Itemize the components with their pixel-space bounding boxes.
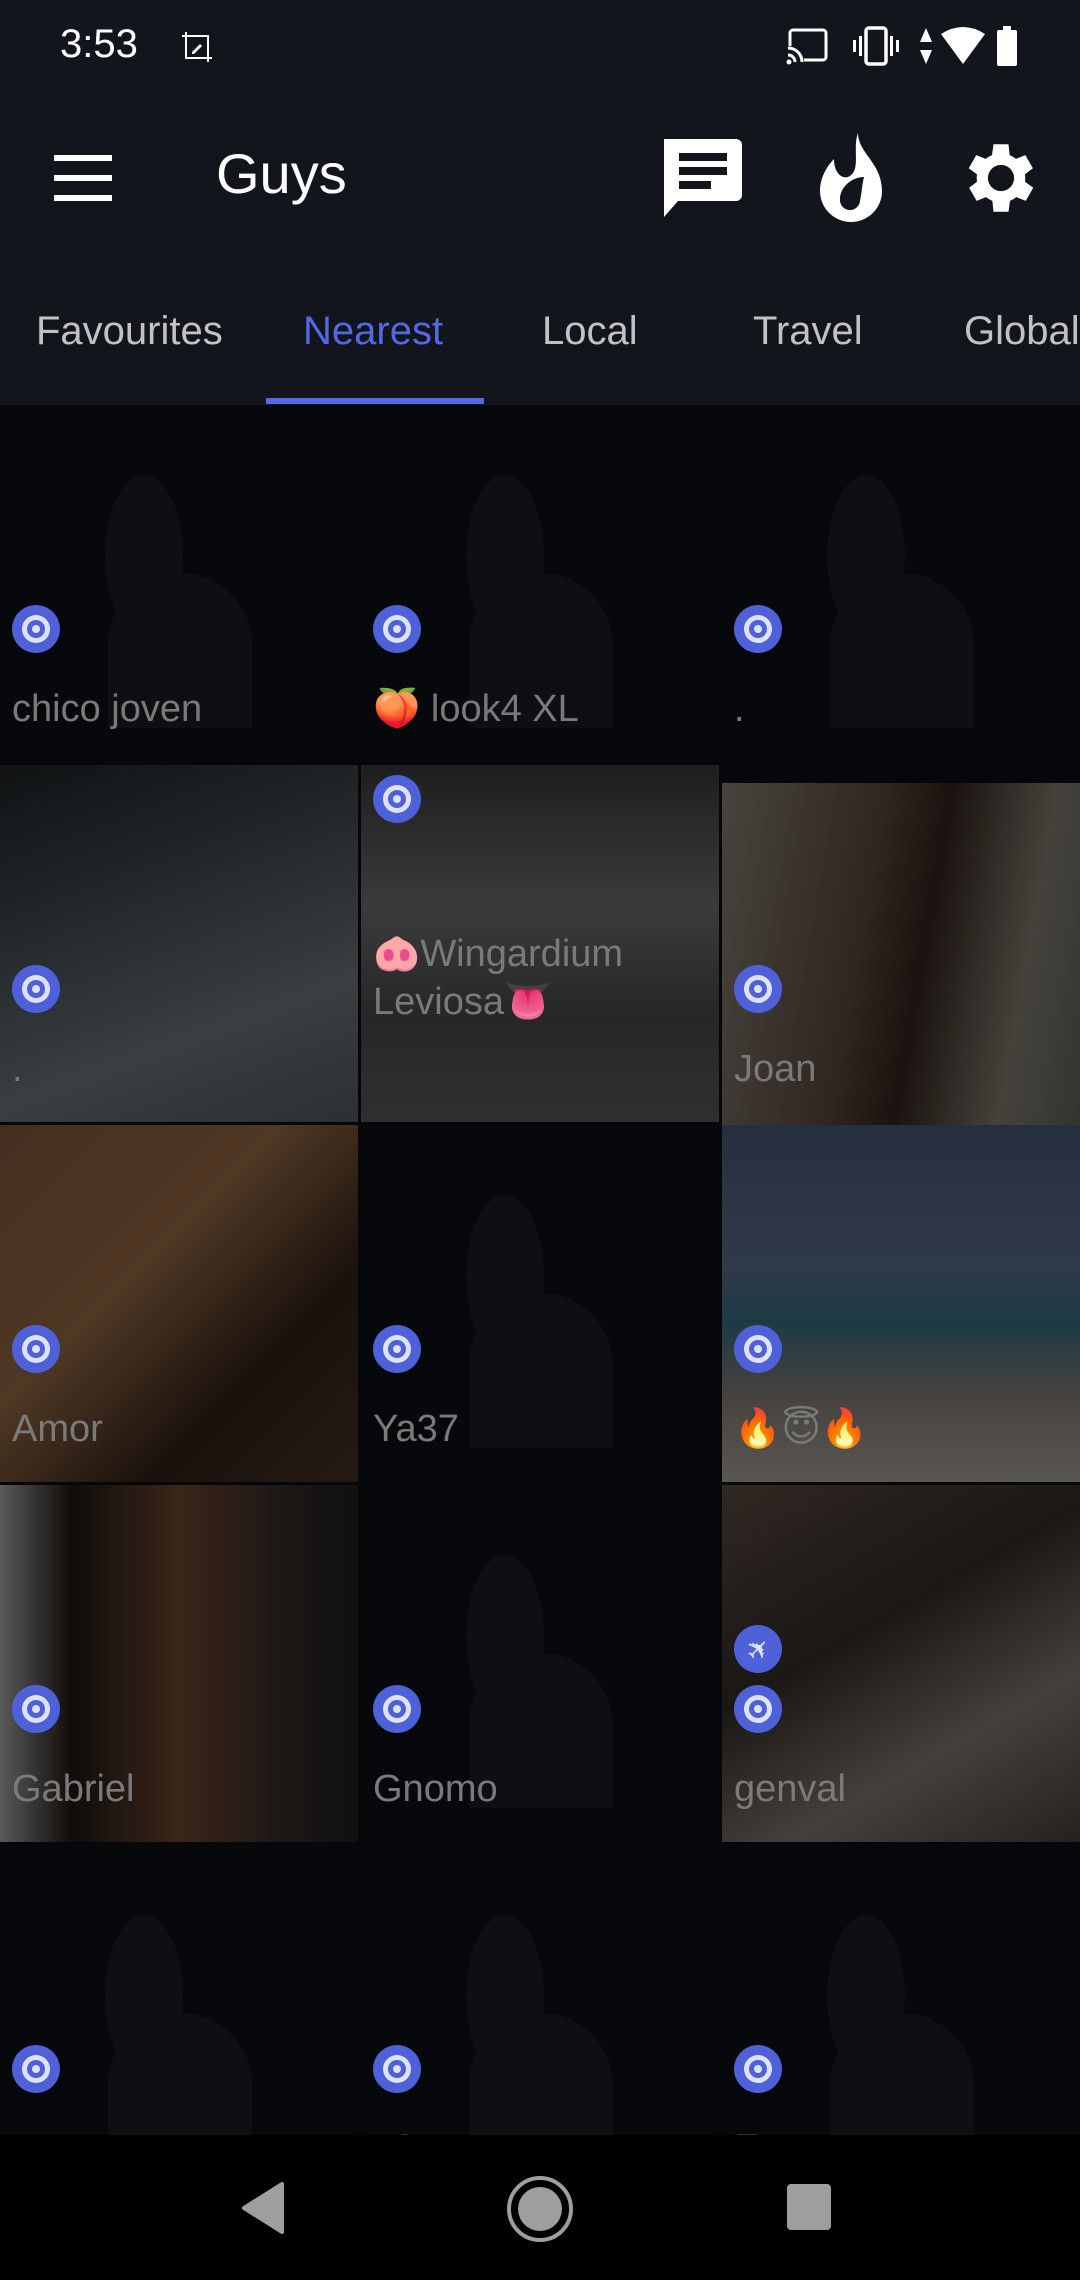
online-icon — [12, 1325, 60, 1373]
profile-name: . — [12, 1048, 23, 1090]
online-icon — [373, 1325, 421, 1373]
profile-card[interactable]: . — [722, 405, 1080, 762]
profile-card[interactable]: 🔥😇🔥 — [722, 1125, 1080, 1482]
screenshot-edit-icon — [182, 32, 212, 62]
online-ring — [22, 1335, 50, 1363]
online-icon — [734, 605, 782, 653]
profile-name: sento — [12, 2125, 105, 2135]
hamburger-menu-icon — [54, 155, 112, 161]
tab-global[interactable]: Global — [964, 309, 1080, 354]
wifi-icon — [941, 27, 985, 64]
placeholder-avatar-body — [830, 573, 974, 728]
flame-icon — [820, 133, 882, 222]
profile-card[interactable]: ✈ genval — [722, 1485, 1080, 1842]
profile-card[interactable]: 52 — [361, 1845, 719, 2135]
profile-card[interactable]: sento — [0, 1845, 358, 2135]
hot-button[interactable] — [806, 133, 896, 223]
navigation-bar — [0, 2135, 1080, 2280]
online-ring — [383, 615, 411, 643]
profile-name: chico joven — [12, 688, 203, 730]
profile-name: . — [734, 688, 745, 730]
tab-travel[interactable]: Travel — [753, 309, 863, 354]
online-ring — [22, 975, 50, 1003]
profile-card[interactable]: . — [0, 765, 358, 1122]
data-arrows-icon — [920, 28, 932, 64]
profile-card[interactable]: Gabriel — [0, 1485, 358, 1842]
online-ring — [383, 1695, 411, 1723]
online-ring — [744, 2055, 772, 2083]
online-ring — [22, 2055, 50, 2083]
gear-icon — [968, 144, 1034, 212]
online-icon — [12, 2045, 60, 2093]
photo-overlay — [0, 765, 358, 1122]
profile-card[interactable]: chico joven — [0, 405, 358, 762]
vibrate-icon — [853, 26, 899, 66]
profile-name: Gabriel — [12, 1768, 135, 1810]
profile-card[interactable]: Empotrar — [722, 1845, 1080, 2135]
profile-name: 🔥😇🔥 — [734, 1408, 869, 1450]
online-icon — [734, 2045, 782, 2093]
online-icon — [12, 965, 60, 1013]
home-icon[interactable] — [506, 2175, 574, 2243]
profile-card[interactable]: Ya37 — [361, 1125, 719, 1482]
tab-local[interactable]: Local — [542, 309, 638, 354]
online-ring — [383, 1335, 411, 1363]
profile-name: 52 — [373, 2125, 415, 2135]
profile-name: Gnomo — [373, 1768, 498, 1810]
online-ring — [22, 615, 50, 643]
online-icon — [734, 965, 782, 1013]
chat-button[interactable] — [656, 133, 746, 223]
online-icon — [734, 1325, 782, 1373]
online-icon — [373, 2045, 421, 2093]
status-bar: 3:53 — [0, 0, 1080, 95]
back-icon[interactable] — [240, 2180, 290, 2236]
profile-card[interactable]: 🐽Wingardium Leviosa👅 — [361, 765, 719, 1122]
page-title: Guys — [216, 142, 347, 205]
cast-icon — [786, 28, 828, 66]
online-ring — [744, 1695, 772, 1723]
battery-icon — [997, 26, 1017, 66]
recents-icon[interactable] — [786, 2183, 832, 2231]
online-ring — [383, 785, 411, 813]
tab-bar: Favourites Nearest Local Travel Global — [0, 265, 1080, 405]
profile-card[interactable]: Joan — [722, 783, 1080, 1140]
online-icon — [734, 1685, 782, 1733]
tab-favourites[interactable]: Favourites — [36, 309, 223, 354]
tab-nearest[interactable]: Nearest — [303, 309, 443, 354]
profile-grid[interactable]: chico joven 🍑 look4 XL.. 🐽Wingardium Levio… — [0, 405, 1080, 2135]
profile-name: genval — [734, 1768, 846, 1810]
online-ring — [744, 975, 772, 1003]
menu-button[interactable] — [54, 155, 112, 201]
online-icon — [12, 605, 60, 653]
placeholder-avatar-body — [469, 1293, 613, 1448]
hamburger-menu-icon-line — [54, 175, 112, 181]
app-bar: Guys — [0, 95, 1080, 265]
profile-name: Empotrar — [734, 2125, 890, 2135]
clock: 3:53 — [60, 22, 138, 66]
profile-card[interactable]: Gnomo — [361, 1485, 719, 1842]
settings-button[interactable] — [956, 133, 1046, 223]
online-ring — [22, 1695, 50, 1723]
online-ring — [383, 2055, 411, 2083]
online-ring — [744, 1335, 772, 1363]
profile-name: 🍑 look4 XL — [373, 688, 579, 730]
profile-name: Joan — [734, 1048, 817, 1090]
profile-name: Amor — [12, 1408, 103, 1450]
profile-name: 🐽Wingardium Leviosa👅 — [373, 933, 624, 1023]
chat-bubble-icon — [664, 139, 742, 217]
online-icon — [12, 1685, 60, 1733]
online-icon — [373, 775, 421, 823]
online-ring — [744, 615, 772, 643]
profile-name: Ya37 — [373, 1408, 459, 1450]
hamburger-menu-icon-line — [54, 195, 112, 201]
active-tab-indicator — [266, 398, 484, 404]
profile-card[interactable]: Amor — [0, 1125, 358, 1482]
online-icon — [373, 605, 421, 653]
profile-card[interactable]: 🍑 look4 XL — [361, 405, 719, 762]
online-icon — [373, 1685, 421, 1733]
